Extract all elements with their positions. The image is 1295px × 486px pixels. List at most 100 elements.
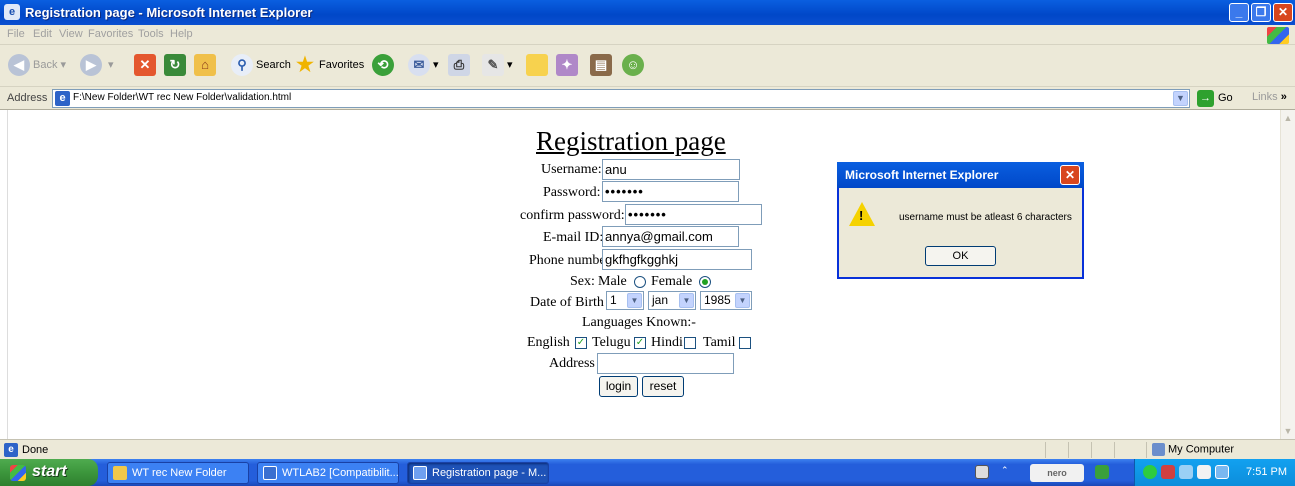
password-field[interactable]: ••••••• (602, 181, 739, 202)
stop-icon: ✕ (134, 54, 156, 77)
confirm-password-field[interactable]: ••••••• (625, 204, 762, 225)
address-field[interactable] (597, 353, 734, 374)
dob-year-select[interactable]: 1985 ▼ (700, 291, 752, 310)
forward-arrow-icon: ▶ (80, 54, 102, 77)
display-icon[interactable] (1215, 465, 1229, 479)
links-label: Links (1252, 91, 1278, 103)
status-divider (1146, 442, 1147, 458)
female-radio[interactable] (699, 276, 711, 288)
close-button[interactable]: ✕ (1273, 3, 1293, 22)
home-button[interactable]: ⌂ (194, 53, 219, 77)
edit-button[interactable]: ✎ ▾ (482, 53, 513, 77)
status-divider (1091, 442, 1092, 458)
telugu-checkbox[interactable]: ✓ (634, 337, 646, 349)
messenger-icon: ✦ (556, 54, 578, 77)
login-button[interactable]: login (599, 376, 638, 397)
chevron-down-icon: ▼ (679, 293, 694, 308)
scroll-up-icon[interactable]: ▲ (1281, 110, 1295, 126)
nero-search-box[interactable]: nero (1030, 464, 1084, 482)
warning-mark: ! (859, 208, 864, 223)
hindi-label: Hindi (651, 335, 683, 350)
taskbar-item-ie[interactable]: Registration page - M... (407, 462, 549, 484)
phone-field[interactable]: gkfhgfkgghkj (602, 249, 752, 270)
taskbar-item-word[interactable]: WTLAB2 [Compatibilit... (257, 462, 399, 484)
menu-edit[interactable]: Edit (33, 28, 52, 40)
history-icon: ⟲ (372, 54, 394, 77)
chevron-down-icon: ▼ (735, 293, 750, 308)
reset-button[interactable]: reset (642, 376, 684, 397)
menu-help[interactable]: Help (170, 28, 193, 40)
security-zone: My Computer (1152, 443, 1234, 456)
go-arrow-icon: → (1197, 90, 1214, 107)
help-icon[interactable] (975, 465, 989, 479)
toolbar: ◀ Back ▾ ▶ ▾ ✕ ↻ ⌂ ⚲ Search ★ Favorites ⟲ ✉… (0, 45, 1295, 87)
username-field[interactable]: anu (602, 159, 740, 180)
discuss-button[interactable] (526, 53, 551, 77)
status-text: Done (22, 444, 49, 456)
back-label: Back (33, 59, 58, 71)
research-icon: ▤ (590, 54, 612, 77)
task-label: Registration page - M... (432, 467, 547, 479)
computer-icon (1152, 443, 1165, 456)
english-checkbox[interactable]: ✓ (575, 337, 587, 349)
antivirus-icon[interactable] (1143, 465, 1157, 479)
print-button[interactable]: ⎙ (448, 53, 473, 77)
research-button[interactable]: ▤ (590, 53, 615, 77)
confirm-password-label: confirm password: (520, 208, 625, 223)
vertical-scrollbar[interactable]: ▲ ▼ (1280, 110, 1295, 439)
zone-label: My Computer (1168, 443, 1235, 456)
stop-button[interactable]: ✕ (134, 53, 159, 77)
people-button[interactable]: ☺ (622, 53, 647, 77)
favorites-star-icon: ★ (296, 54, 314, 77)
mail-button[interactable]: ✉ ▾ (408, 53, 439, 77)
messenger-button[interactable]: ✦ (556, 53, 581, 77)
history-button[interactable]: ⟲ (372, 53, 397, 77)
folder-icon (113, 466, 127, 480)
word-icon (263, 466, 277, 480)
male-radio[interactable] (634, 276, 646, 288)
dob-day-select[interactable]: 1 ▼ (606, 291, 644, 310)
menu-favorites[interactable]: Favorites (88, 28, 133, 40)
email-field[interactable]: annya@gmail.com (602, 226, 739, 247)
screen: e Registration page - Microsoft Internet… (0, 0, 1295, 486)
menu-tools[interactable]: Tools (138, 28, 164, 40)
page-content: Registration page Username: anu Password… (7, 110, 1280, 439)
back-button[interactable]: ◀ Back ▾ (8, 53, 66, 77)
links-button[interactable]: Links » (1252, 91, 1287, 103)
menu-file[interactable]: File (7, 28, 25, 40)
edit-icon: ✎ (482, 54, 504, 77)
hindi-checkbox[interactable] (684, 337, 696, 349)
task-label: WT rec New Folder (132, 467, 227, 479)
address-input[interactable]: e F:\New Folder\WT rec New Folder\valida… (52, 89, 1190, 108)
sync-icon[interactable] (1179, 465, 1193, 479)
favorites-button[interactable]: ★ Favorites (294, 53, 364, 77)
window-title: Registration page - Microsoft Internet E… (25, 5, 313, 20)
favorites-label: Favorites (319, 59, 365, 71)
restore-button[interactable]: ❐ (1251, 3, 1271, 22)
address-label: Address (7, 92, 48, 104)
minimize-button[interactable]: _ (1229, 3, 1249, 22)
folder-icon (526, 54, 548, 77)
tamil-checkbox[interactable] (739, 337, 751, 349)
search-button[interactable]: ⚲ Search (231, 53, 291, 77)
tamil-label: Tamil (703, 335, 736, 350)
start-button[interactable]: start (0, 459, 98, 486)
go-label: Go (1218, 92, 1233, 104)
taskbar-item-folder[interactable]: WT rec New Folder (107, 462, 249, 484)
home-icon: ⌂ (194, 54, 216, 77)
forward-button[interactable]: ▶ ▾ (80, 53, 114, 77)
menu-bar: File Edit View Favorites Tools Help (0, 25, 1295, 45)
dialog-close-button[interactable]: ✕ (1060, 165, 1080, 185)
refresh-button[interactable]: ↻ (164, 53, 189, 77)
menu-view[interactable]: View (59, 28, 83, 40)
clock: 7:51 PM (1246, 466, 1287, 478)
expand-icon[interactable]: ⌃ (1001, 465, 1009, 479)
ok-button[interactable]: OK (925, 246, 996, 266)
dob-month-select[interactable]: jan ▼ (648, 291, 696, 310)
address-dropdown-icon[interactable]: ▼ (1173, 91, 1188, 106)
volume-icon[interactable] (1197, 465, 1211, 479)
go-button[interactable]: → Go (1197, 90, 1233, 107)
scroll-down-icon[interactable]: ▼ (1281, 423, 1295, 439)
arrow-icon[interactable] (1095, 465, 1109, 479)
network-icon[interactable] (1161, 465, 1175, 479)
